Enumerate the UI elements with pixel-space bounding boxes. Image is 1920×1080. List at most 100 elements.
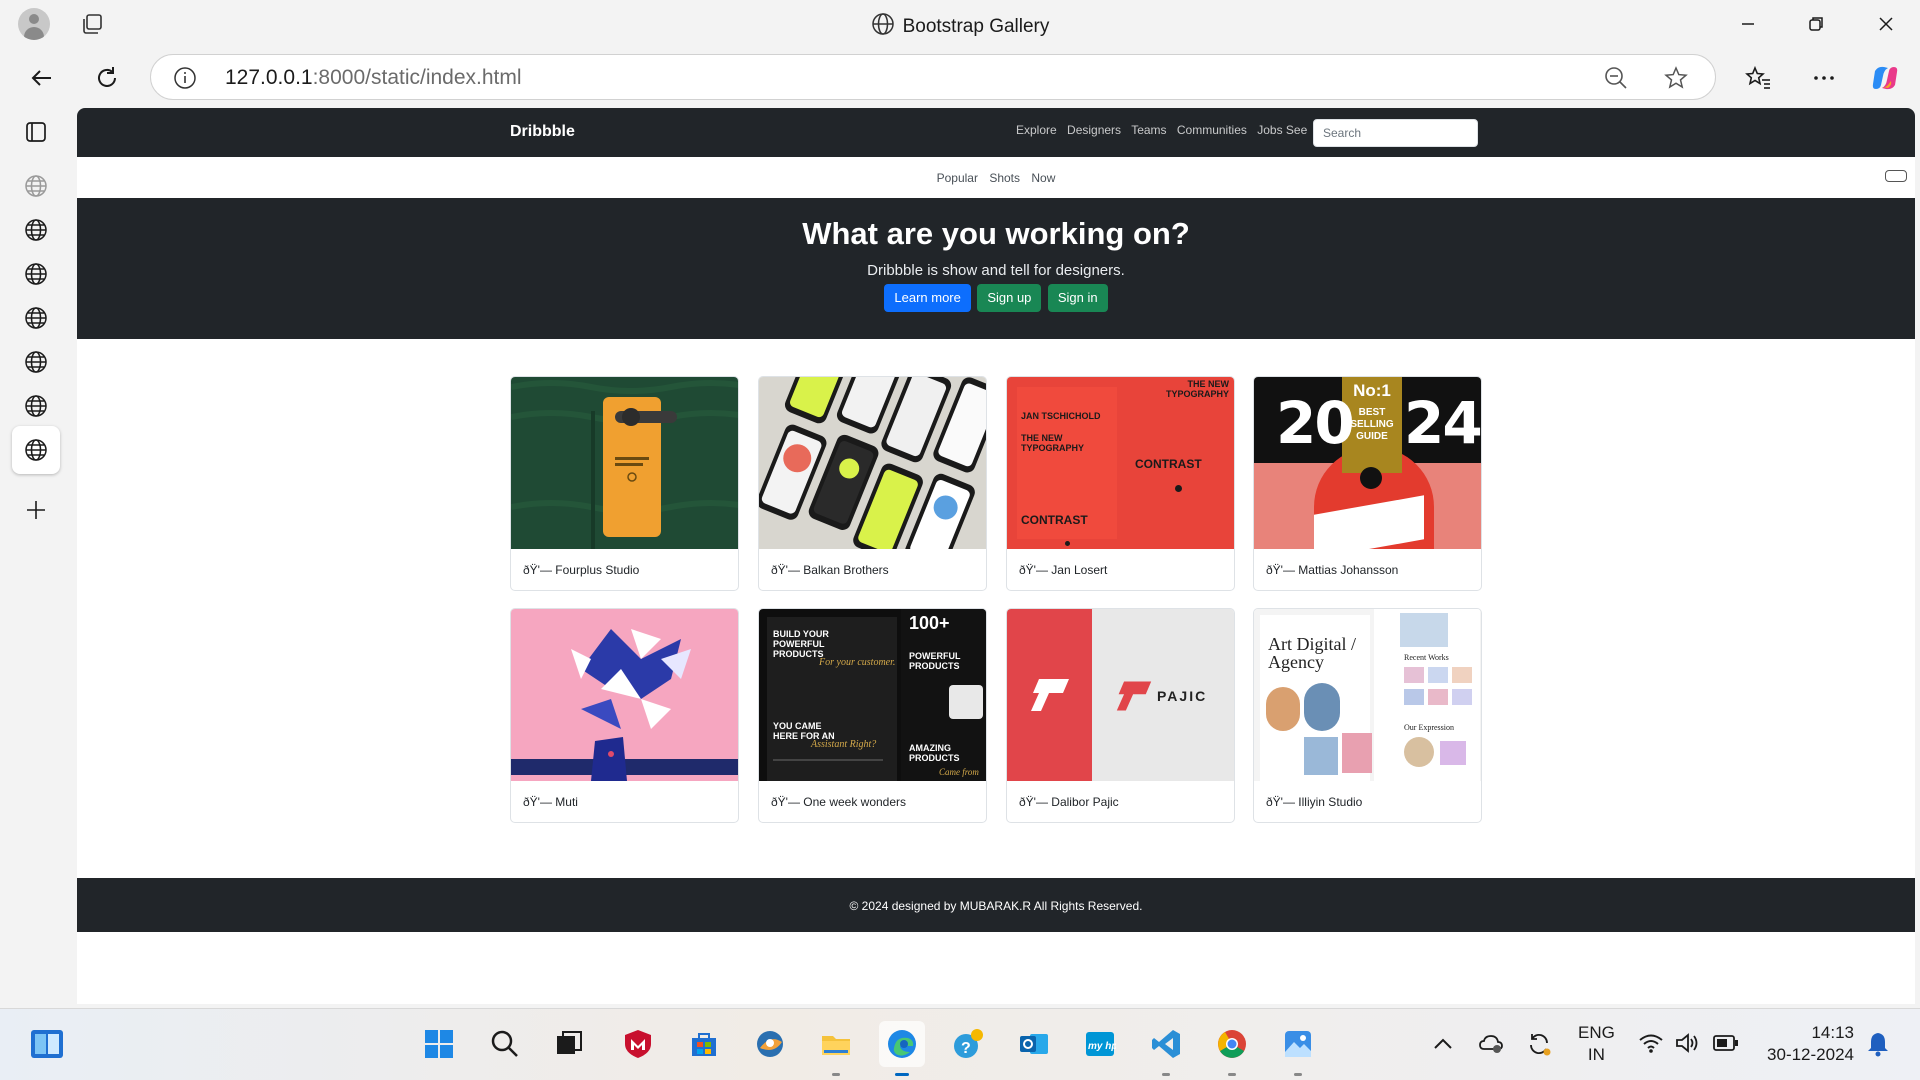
taskbar-outlook[interactable] <box>1011 1021 1057 1067</box>
shot-card-pajic[interactable]: PAJIC ðŸ'— Dalibor Pajic <box>1006 608 1235 823</box>
learn-more-button[interactable]: Learn more <box>884 284 971 312</box>
address-bar[interactable]: 127.0.0.1:8000/static/index.html <box>150 54 1716 100</box>
sidebar-tab-2[interactable] <box>12 206 60 254</box>
taskbar-tips[interactable]: ? <box>945 1021 991 1067</box>
subnav-popular[interactable]: Popular <box>937 171 978 185</box>
close-icon[interactable] <box>1872 10 1900 38</box>
copilot-icon[interactable] <box>1870 63 1900 93</box>
taskbar-mcafee[interactable] <box>615 1021 661 1067</box>
volume-icon[interactable] <box>1674 1031 1700 1055</box>
svg-text:my hp: my hp <box>1088 1041 1116 1052</box>
shot-caption[interactable]: ðŸ'— Illiyin Studio <box>1266 795 1362 809</box>
globe-icon <box>25 219 47 241</box>
sign-up-button[interactable]: Sign up <box>977 284 1042 312</box>
hero-heading: What are you working on? <box>802 216 1190 251</box>
onedrive-icon[interactable] <box>1478 1031 1504 1055</box>
shot-caption[interactable]: ðŸ'— One week wonders <box>771 795 906 809</box>
photos-icon <box>757 1031 783 1057</box>
taskbar-edge[interactable] <box>879 1021 925 1076</box>
tab-actions-menu[interactable] <box>12 108 60 156</box>
thumb-text-for-your-customer: For your customer. <box>819 657 896 668</box>
shot-card-balkan[interactable]: ðŸ'— Balkan Brothers <box>758 376 987 591</box>
shot-card-jan-losert[interactable]: JAN TSCHICHOLD THE NEW TYPOGRAPHY CONTRA… <box>1006 376 1235 591</box>
taskbar-chrome[interactable] <box>1209 1021 1255 1076</box>
shot-caption[interactable]: ðŸ'— Mattias Johansson <box>1266 563 1398 577</box>
sign-in-button[interactable]: Sign in <box>1047 284 1108 312</box>
thumb-text-contrast: CONTRAST <box>1021 513 1088 527</box>
shot-caption[interactable]: ðŸ'— Balkan Brothers <box>771 563 889 577</box>
shot-thumbnail: BUILD YOUR POWERFUL PRODUCTS For your cu… <box>759 609 986 781</box>
shot-caption[interactable]: ðŸ'— Dalibor Pajic <box>1019 795 1119 809</box>
taskbar-vscode[interactable] <box>1143 1021 1189 1076</box>
favorite-star-icon[interactable] <box>1663 65 1689 91</box>
url-text[interactable]: 127.0.0.1:8000/static/index.html <box>225 66 522 90</box>
nav-link-jobs[interactable]: Jobs See <box>1257 123 1307 137</box>
thumb-text-expression: Our Expression <box>1404 723 1454 732</box>
language-indicator[interactable]: ENG IN <box>1578 1022 1615 1066</box>
sidebar-tab-3[interactable] <box>12 250 60 298</box>
taskbar-photos[interactable] <box>747 1021 793 1067</box>
sidebar-tab-4[interactable] <box>12 294 60 342</box>
shot-caption[interactable]: ðŸ'— Muti <box>523 795 578 809</box>
shot-card-mattias[interactable]: 20 24 No:1 BEST SELLING GUIDE ðŸ'— Matti… <box>1253 376 1482 591</box>
notification-bell-icon[interactable] <box>1866 1031 1890 1057</box>
globe-icon <box>25 439 47 461</box>
thumb-text-no1: No:1 <box>1353 381 1391 400</box>
taskbar-task-view[interactable] <box>546 1021 592 1067</box>
globe-icon <box>25 395 47 417</box>
taskbar-photos-app[interactable] <box>1275 1021 1321 1076</box>
taskbar-file-explorer[interactable] <box>813 1021 859 1076</box>
chevron-up-icon[interactable] <box>1432 1035 1454 1053</box>
taskbar-store[interactable] <box>681 1021 727 1067</box>
thumb-text-amazing: AMAZING PRODUCTS <box>909 743 960 763</box>
shot-caption[interactable]: ðŸ'— Fourplus Studio <box>523 563 639 577</box>
shot-card-muti[interactable]: ðŸ'— Muti <box>510 608 739 823</box>
taskbar-myhp[interactable]: my hp <box>1077 1021 1123 1067</box>
tips-icon: ? <box>954 1029 983 1058</box>
site-search-input[interactable] <box>1313 119 1478 147</box>
minimize-icon[interactable] <box>1734 10 1762 38</box>
restore-icon[interactable] <box>1802 10 1830 38</box>
zoom-out-icon[interactable] <box>1603 65 1629 91</box>
nav-link-teams[interactable]: Teams <box>1131 123 1166 137</box>
shot-card-illiyin[interactable]: Art Digital / Agency Recent Works Our Ex… <box>1253 608 1482 823</box>
new-tab-button[interactable] <box>12 486 60 534</box>
taskbar-search[interactable] <box>482 1021 528 1067</box>
favorites-icon[interactable] <box>1743 63 1773 93</box>
sidebar-tab-5[interactable] <box>12 338 60 386</box>
start-icon <box>425 1030 453 1058</box>
shot-caption[interactable]: ðŸ'— Jan Losert <box>1019 563 1107 577</box>
site-brand[interactable]: Dribbble <box>510 123 575 141</box>
thumb-text-pajic: PAJIC <box>1157 688 1208 704</box>
widgets-icon[interactable] <box>30 1029 64 1059</box>
refresh-icon[interactable] <box>92 63 122 93</box>
taskbar-start[interactable] <box>416 1021 462 1067</box>
web-page: Dribbble Explore Designers Teams Communi… <box>77 108 1915 1004</box>
shot-card-fourplus[interactable]: ðŸ'— Fourplus Studio <box>510 376 739 591</box>
sidebar-tab-active[interactable] <box>12 426 60 474</box>
windows-taskbar: ? my hp ENG IN 14:13 30-12-2024 <box>0 1008 1920 1080</box>
mcafee-icon <box>625 1030 651 1058</box>
info-icon[interactable] <box>173 66 197 90</box>
system-clock[interactable]: 14:13 30-12-2024 <box>1767 1022 1854 1066</box>
nav-link-explore[interactable]: Explore <box>1016 123 1057 137</box>
running-indicator <box>895 1073 909 1076</box>
sync-icon[interactable] <box>1526 1031 1552 1057</box>
running-indicator <box>1162 1073 1170 1076</box>
nav-link-designers[interactable]: Designers <box>1067 123 1121 137</box>
subnav-shots[interactable]: Shots <box>989 171 1020 185</box>
battery-icon[interactable] <box>1712 1033 1740 1053</box>
shot-card-one-week-wonders[interactable]: BUILD YOUR POWERFUL PRODUCTS For your cu… <box>758 608 987 823</box>
subnav-now[interactable]: Now <box>1031 171 1055 185</box>
thumb-text-right-top: THE NEW TYPOGRAPHY <box>1165 379 1229 399</box>
more-options-icon[interactable] <box>1809 63 1839 93</box>
thumb-text-typography: THE NEW TYPOGRAPHY <box>1021 433 1085 453</box>
sidebar-tab-6[interactable] <box>12 382 60 430</box>
wifi-icon[interactable] <box>1638 1031 1664 1055</box>
pajic-logo-red <box>1116 681 1152 711</box>
back-icon[interactable] <box>27 63 57 93</box>
navbar-toggler[interactable] <box>1885 170 1907 182</box>
shot-thumbnail <box>511 609 738 781</box>
nav-link-communities[interactable]: Communities <box>1177 123 1247 137</box>
sidebar-tab-1[interactable] <box>12 162 60 210</box>
